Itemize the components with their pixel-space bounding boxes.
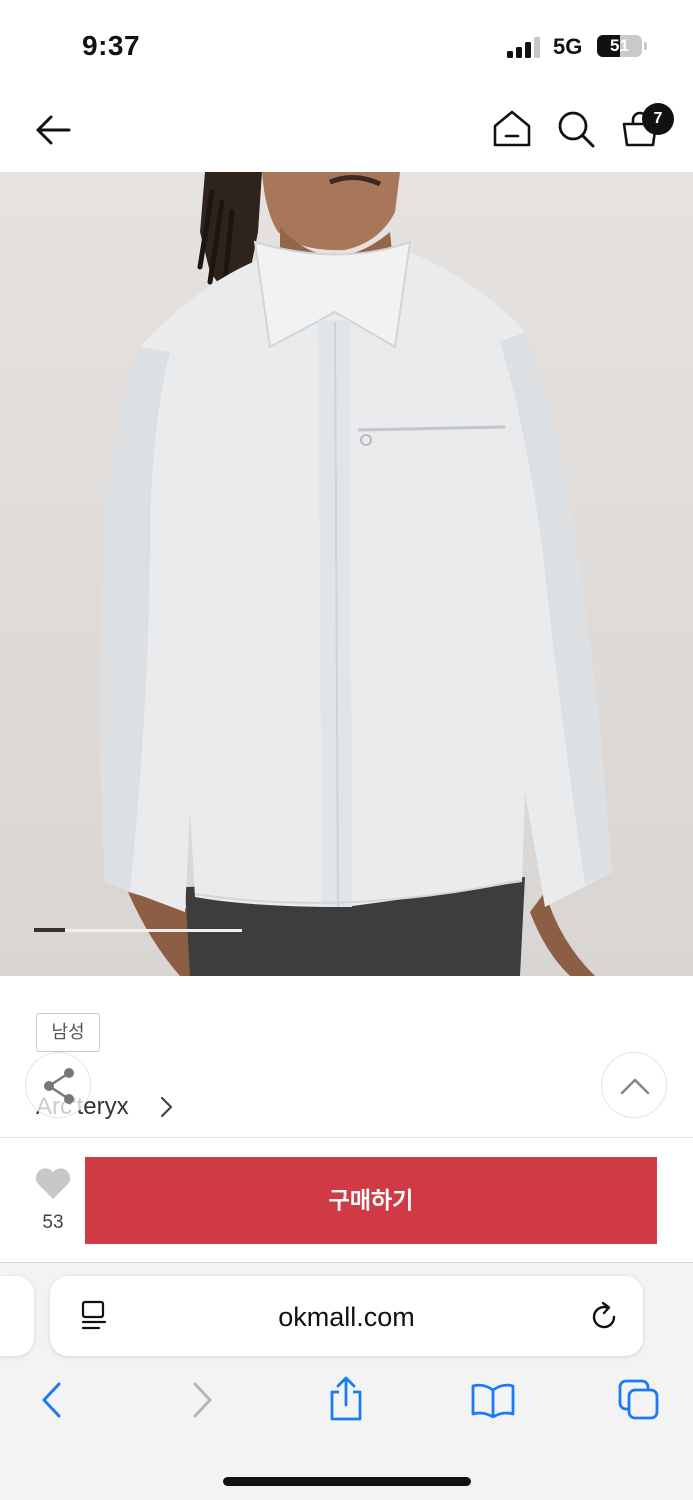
search-icon[interactable] xyxy=(556,109,596,149)
address-bar[interactable]: okmall.com xyxy=(50,1276,643,1356)
battery-icon: 51 xyxy=(597,35,642,57)
reload-icon[interactable] xyxy=(588,1300,620,1332)
back-arrow-icon[interactable] xyxy=(34,112,72,148)
shirt-photo xyxy=(0,172,693,976)
bookmarks-icon[interactable] xyxy=(470,1382,516,1418)
chevron-right-icon xyxy=(160,1096,173,1118)
divider xyxy=(0,1137,693,1138)
image-pager-active xyxy=(34,928,65,932)
share-icon xyxy=(44,1068,74,1104)
image-pager-track xyxy=(34,929,242,932)
previous-tab-preview[interactable] xyxy=(0,1276,34,1356)
buy-button[interactable]: 구매하기 xyxy=(85,1157,657,1244)
browser-forward-icon[interactable] xyxy=(188,1380,216,1420)
share-sheet-icon[interactable] xyxy=(327,1376,365,1422)
home-indicator xyxy=(223,1477,471,1486)
network-type: 5G xyxy=(553,34,583,59)
share-button[interactable] xyxy=(25,1052,91,1118)
browser-back-icon[interactable] xyxy=(38,1380,66,1420)
home-icon[interactable] xyxy=(492,109,532,149)
heart-icon[interactable] xyxy=(34,1167,72,1201)
signal-icon xyxy=(507,36,543,58)
gender-tag: 남성 xyxy=(36,1013,100,1052)
status-bar: 9:37 5G 51 xyxy=(0,0,693,90)
chevron-up-icon xyxy=(620,1078,650,1095)
battery-level: 51 xyxy=(610,36,629,55)
scroll-top-button[interactable] xyxy=(601,1052,667,1118)
product-image[interactable] xyxy=(0,172,693,976)
tabs-icon[interactable] xyxy=(618,1379,660,1421)
cart-count-badge: 7 xyxy=(642,103,674,135)
url-text: okmall.com xyxy=(278,1302,415,1332)
status-time: 9:37 xyxy=(82,30,141,61)
